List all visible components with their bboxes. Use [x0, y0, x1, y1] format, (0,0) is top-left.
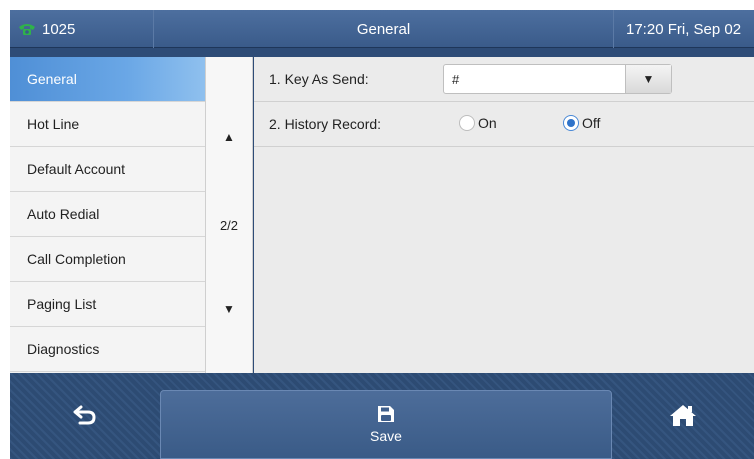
save-button[interactable]: Save — [160, 390, 612, 459]
page-title: General — [154, 10, 614, 48]
radio-circle[interactable] — [459, 115, 475, 131]
key-as-send-select[interactable]: # ▼ — [443, 64, 672, 94]
menu-item-label: Call Completion — [27, 251, 126, 267]
menu-item-call-completion[interactable]: Call Completion — [10, 237, 205, 282]
menu-item-paging-list[interactable]: Paging List — [10, 282, 205, 327]
radio-label-off: Off — [582, 115, 601, 131]
key-as-send-label: 1. Key As Send: — [269, 71, 369, 87]
phone-icon — [18, 22, 36, 36]
history-record-row: 2. History Record: On Off — [254, 102, 754, 147]
menu-item-label: Hot Line — [27, 116, 80, 132]
history-record-on-radio[interactable]: On — [459, 115, 497, 131]
menu-item-diagnostics[interactable]: Diagnostics — [10, 327, 205, 372]
radio-label-on: On — [478, 115, 497, 131]
menu-item-label: Paging List — [27, 296, 97, 312]
clock: 17:20 Fri, Sep 02 — [626, 20, 742, 38]
settings-menu: General Hot Line Default Account Auto Re… — [10, 57, 205, 373]
settings-content: 1. Key As Send: # ▼ 2. History Record: O… — [254, 57, 754, 373]
page-up-icon[interactable]: ▲ — [206, 130, 252, 144]
back-arrow-icon — [72, 404, 98, 429]
phone-screen: 1025 General 17:20 Fri, Sep 02 General H… — [10, 10, 754, 459]
save-label: Save — [370, 428, 402, 444]
account-indicator: 1025 — [10, 10, 154, 48]
page-down-icon[interactable]: ▼ — [206, 302, 252, 316]
menu-item-label: General — [27, 71, 77, 87]
menu-item-label: Default Account — [27, 161, 126, 177]
menu-item-general[interactable]: General — [10, 57, 205, 102]
menu-item-auto-redial[interactable]: Auto Redial — [10, 192, 205, 237]
status-bar: 1025 General 17:20 Fri, Sep 02 — [10, 10, 754, 48]
account-number: 1025 — [42, 20, 76, 38]
key-as-send-value: # — [452, 72, 460, 87]
page-indicator: 2/2 — [219, 218, 239, 233]
softkey-bar: Save — [10, 373, 754, 459]
floppy-disk-icon — [377, 405, 395, 426]
menu-item-label: Diagnostics — [27, 341, 100, 357]
history-record-label: 2. History Record: — [269, 116, 382, 132]
menu-item-hot-line[interactable]: Hot Line — [10, 102, 205, 147]
key-as-send-row: 1. Key As Send: # ▼ — [254, 57, 754, 102]
menu-pager: ▲ 2/2 ▼ — [205, 57, 253, 373]
chevron-down-icon[interactable]: ▼ — [625, 65, 671, 93]
radio-circle[interactable] — [563, 115, 579, 131]
menu-item-label: Auto Redial — [27, 206, 100, 222]
home-button[interactable] — [612, 373, 754, 459]
back-button[interactable] — [10, 373, 160, 459]
menu-item-default-account[interactable]: Default Account — [10, 147, 205, 192]
home-icon — [669, 403, 697, 430]
history-record-off-radio[interactable]: Off — [563, 115, 600, 131]
